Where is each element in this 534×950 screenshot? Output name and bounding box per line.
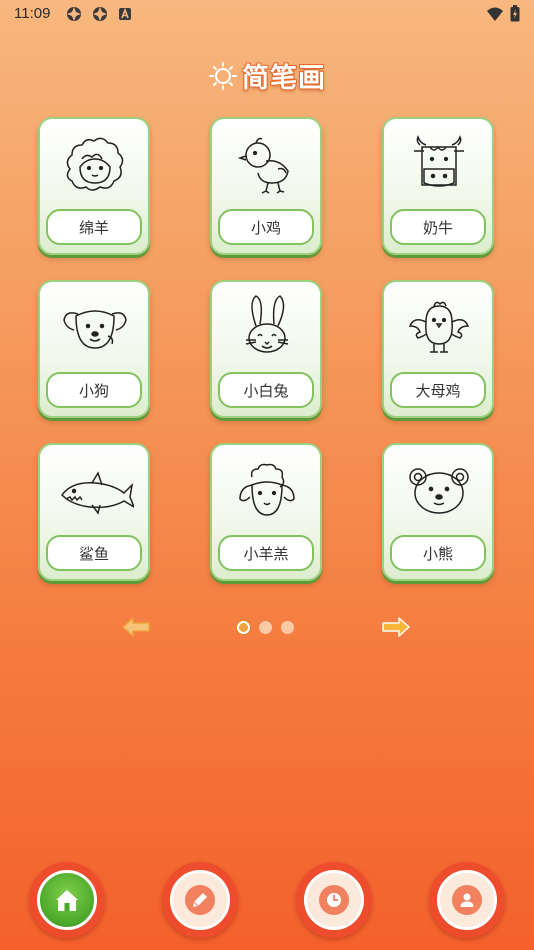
app-a-icon: [119, 7, 131, 20]
user-icon: [460, 893, 474, 907]
sun-icon: [209, 61, 237, 90]
battery-icon: [510, 5, 520, 22]
notification-app-icon: [93, 7, 107, 21]
drawing-card-hen[interactable]: 大母鸡: [382, 280, 494, 418]
wifi-icon: [487, 7, 503, 21]
bear-drawing: [409, 468, 469, 514]
arrow-right-icon: [382, 617, 410, 637]
nav-history-button[interactable]: [296, 862, 372, 938]
cow-drawing: [414, 135, 464, 187]
page-dot[interactable]: [281, 621, 294, 634]
prev-page-button[interactable]: [119, 612, 153, 642]
drawing-card-puppy[interactable]: 小狗: [38, 280, 150, 418]
drawing-label: 大母鸡: [390, 372, 486, 408]
nav-home-button[interactable]: [29, 862, 105, 938]
drawing-label: 绵羊: [46, 209, 142, 245]
drawing-card-rabbit[interactable]: 小白兔: [210, 280, 322, 418]
header: 简笔画: [0, 56, 534, 95]
status-bar: 11:09: [0, 0, 534, 28]
drawing-label: 奶牛: [390, 209, 486, 245]
drawing-label: 鲨鱼: [46, 535, 142, 571]
page-dot[interactable]: [259, 621, 272, 634]
pen-icon: [193, 893, 207, 907]
drawing-card-bear[interactable]: 小熊: [382, 443, 494, 581]
drawing-card-shark[interactable]: 鲨鱼: [38, 443, 150, 581]
clock-icon: [327, 893, 341, 907]
page-indicator: [237, 621, 294, 634]
puppy-drawing: [63, 310, 127, 349]
lamb-drawing: [239, 463, 295, 516]
drawing-label: 小熊: [390, 535, 486, 571]
notification-app-icon: [67, 7, 81, 21]
nav-profile-button[interactable]: [429, 862, 505, 938]
pager: [0, 612, 534, 642]
rabbit-drawing: [245, 295, 289, 353]
page-title: 简笔画: [242, 63, 326, 94]
drawing-label: 小鸡: [218, 209, 314, 245]
hen-drawing: [408, 301, 470, 353]
page-dot-active[interactable]: [237, 621, 250, 634]
drawing-card-chick[interactable]: 小鸡: [210, 117, 322, 255]
chick-drawing: [237, 137, 289, 194]
drawing-label: 小白兔: [218, 372, 314, 408]
shark-drawing: [61, 471, 134, 515]
status-time: 11:09: [14, 5, 51, 22]
sheep-drawing: [66, 137, 124, 191]
drawing-label: 小狗: [46, 372, 142, 408]
home-icon: [56, 890, 78, 911]
next-page-button[interactable]: [379, 612, 413, 642]
arrow-left-icon: [122, 617, 150, 637]
nav-draw-button[interactable]: [162, 862, 238, 938]
drawing-label: 小羊羔: [218, 535, 314, 571]
drawing-card-lamb[interactable]: 小羊羔: [210, 443, 322, 581]
drawing-card-cow[interactable]: 奶牛: [382, 117, 494, 255]
drawing-card-sheep[interactable]: 绵羊: [38, 117, 150, 255]
